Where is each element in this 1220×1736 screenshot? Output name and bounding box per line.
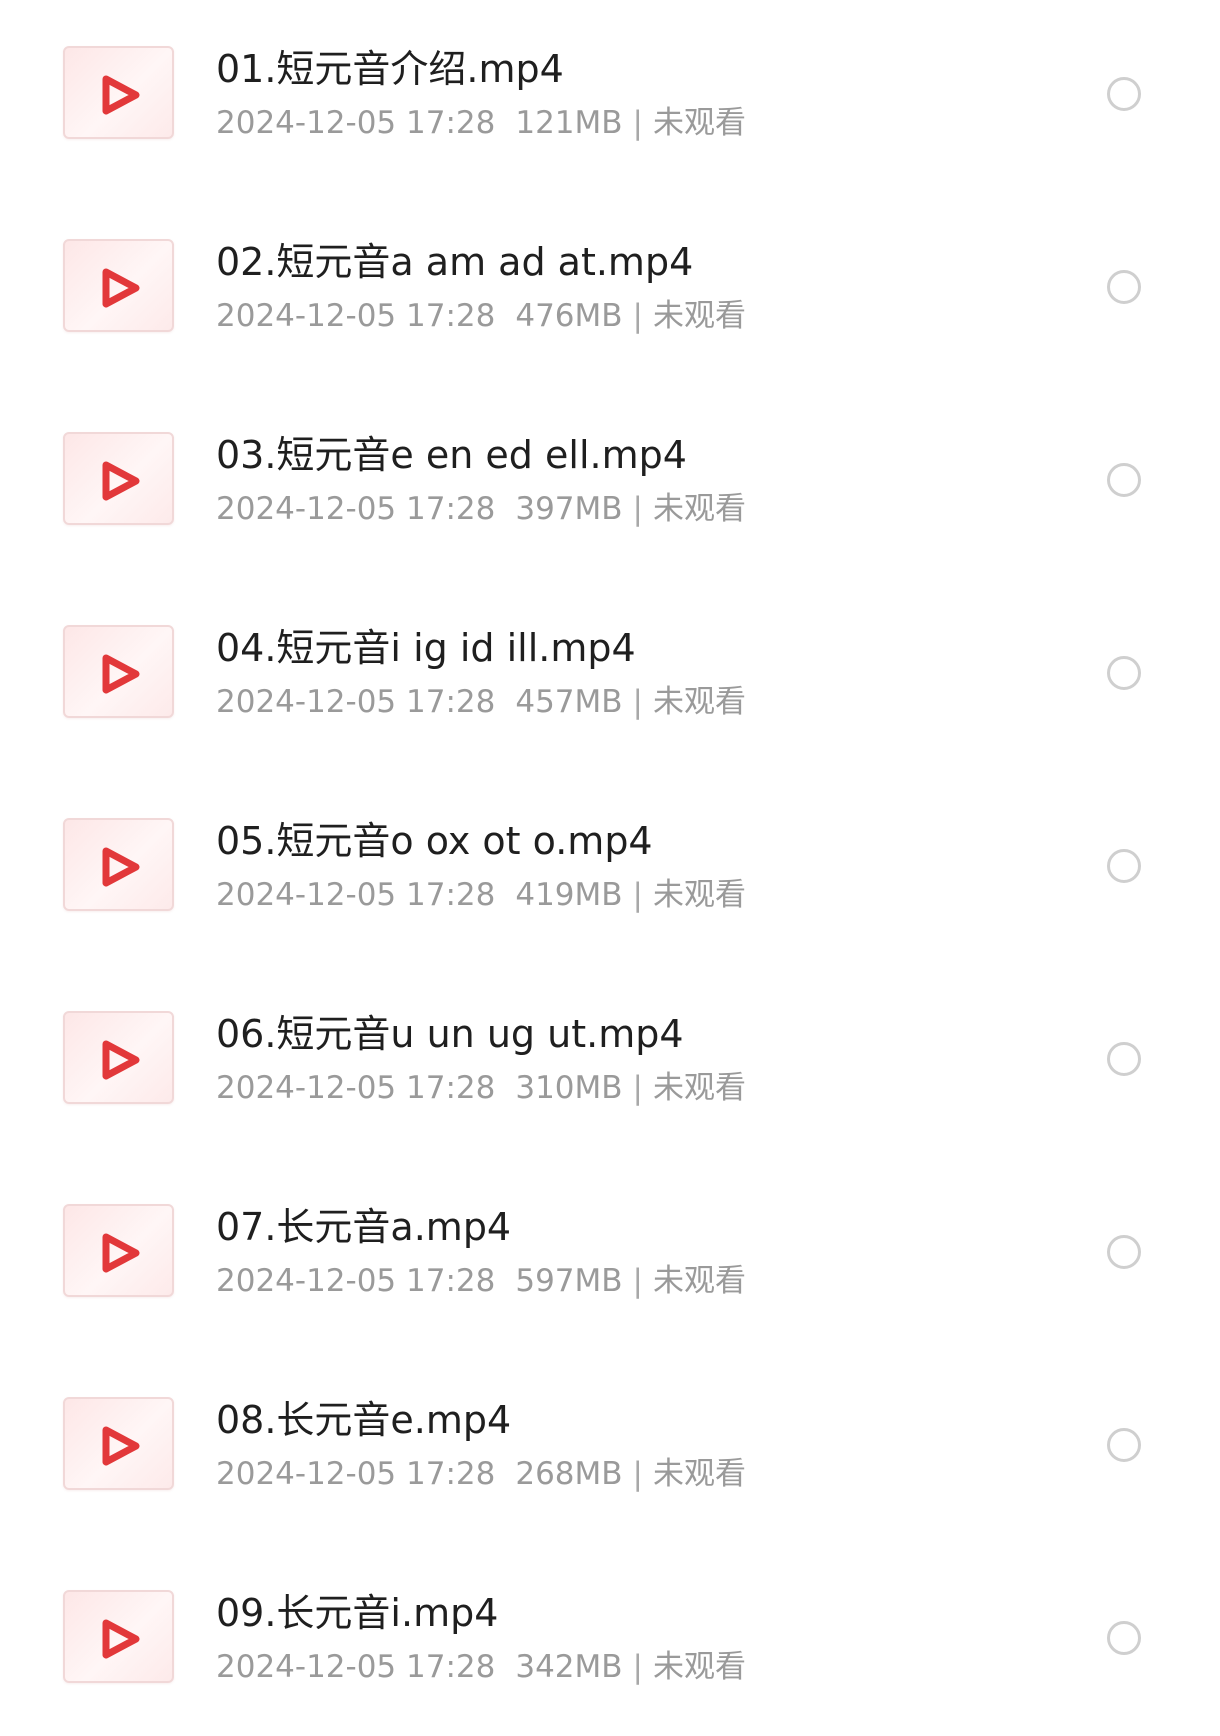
file-name: 05.短元音o ox ot o.mp4	[216, 819, 653, 863]
video-play-icon	[102, 1426, 140, 1466]
watch-status: 未观看	[653, 1070, 746, 1106]
file-size: 268MB	[515, 1456, 623, 1492]
file-date: 2024-12-05 17:28	[216, 1456, 496, 1492]
radio-unchecked-icon[interactable]	[1107, 849, 1141, 883]
meta-separator: |	[632, 491, 643, 527]
file-row[interactable]: 02.短元音a am ad at.mp4 2024-12-05 17:28 476…	[0, 193, 1220, 385]
file-date: 2024-12-05 17:28	[216, 491, 496, 527]
video-thumbnail	[63, 432, 174, 525]
radio-unchecked-icon[interactable]	[1107, 1042, 1141, 1076]
video-thumbnail	[63, 1397, 174, 1490]
file-date: 2024-12-05 17:28	[216, 105, 496, 141]
file-meta: 2024-12-05 17:28 476MB | 未观看	[216, 297, 746, 335]
file-size: 310MB	[515, 1070, 623, 1106]
file-date: 2024-12-05 17:28	[216, 1070, 496, 1106]
watch-status: 未观看	[653, 684, 746, 720]
radio-unchecked-icon[interactable]	[1107, 1428, 1141, 1462]
video-thumbnail	[63, 1011, 174, 1104]
video-file-list: 01.短元音介绍.mp4 2024-12-05 17:28 121MB | 未观看 0…	[0, 0, 1220, 1704]
file-name: 09.长元音i.mp4	[216, 1591, 499, 1635]
file-name: 06.短元音u un ug ut.mp4	[216, 1012, 684, 1056]
file-row[interactable]: 08.长元音e.mp4 2024-12-05 17:28 268MB | 未观看	[0, 1351, 1220, 1543]
file-meta: 2024-12-05 17:28 310MB | 未观看	[216, 1069, 746, 1107]
file-meta: 2024-12-05 17:28 597MB | 未观看	[216, 1262, 746, 1300]
file-name: 01.短元音介绍.mp4	[216, 47, 564, 91]
file-row[interactable]: 05.短元音o ox ot o.mp4 2024-12-05 17:28 419M…	[0, 772, 1220, 964]
file-date: 2024-12-05 17:28	[216, 684, 496, 720]
file-row[interactable]: 04.短元音i ig id ill.mp4 2024-12-05 17:28 45…	[0, 579, 1220, 771]
video-play-icon	[102, 268, 140, 308]
watch-status: 未观看	[653, 1456, 746, 1492]
file-row[interactable]: 03.短元音e en ed ell.mp4 2024-12-05 17:28 39…	[0, 386, 1220, 578]
video-play-icon	[102, 461, 140, 501]
video-thumbnail	[63, 1204, 174, 1297]
video-thumbnail	[63, 239, 174, 332]
watch-status: 未观看	[653, 105, 746, 141]
watch-status: 未观看	[653, 1649, 746, 1685]
file-date: 2024-12-05 17:28	[216, 877, 496, 913]
video-play-icon	[102, 1233, 140, 1273]
file-meta: 2024-12-05 17:28 397MB | 未观看	[216, 490, 746, 528]
video-play-icon	[102, 654, 140, 694]
meta-separator: |	[632, 298, 643, 334]
file-row[interactable]: 01.短元音介绍.mp4 2024-12-05 17:28 121MB | 未观看	[0, 0, 1220, 192]
video-play-icon	[102, 1619, 140, 1659]
radio-unchecked-icon[interactable]	[1107, 463, 1141, 497]
meta-separator: |	[632, 1649, 643, 1685]
watch-status: 未观看	[653, 491, 746, 527]
file-size: 597MB	[515, 1263, 623, 1299]
file-name: 08.长元音e.mp4	[216, 1398, 512, 1442]
file-size: 397MB	[515, 491, 623, 527]
file-name: 04.短元音i ig id ill.mp4	[216, 626, 636, 670]
meta-separator: |	[632, 105, 643, 141]
radio-unchecked-icon[interactable]	[1107, 77, 1141, 111]
file-size: 476MB	[515, 298, 623, 334]
file-size: 419MB	[515, 877, 623, 913]
meta-separator: |	[632, 1263, 643, 1299]
video-thumbnail	[63, 625, 174, 718]
file-name: 07.长元音a.mp4	[216, 1205, 512, 1249]
file-row[interactable]: 09.长元音i.mp4 2024-12-05 17:28 342MB | 未观看	[0, 1544, 1220, 1736]
file-meta: 2024-12-05 17:28 342MB | 未观看	[216, 1648, 746, 1686]
file-row[interactable]: 07.长元音a.mp4 2024-12-05 17:28 597MB | 未观看	[0, 1158, 1220, 1350]
file-row[interactable]: 06.短元音u un ug ut.mp4 2024-12-05 17:28 310…	[0, 965, 1220, 1157]
file-name: 03.短元音e en ed ell.mp4	[216, 433, 687, 477]
video-thumbnail	[63, 1590, 174, 1683]
meta-separator: |	[632, 1456, 643, 1492]
file-meta: 2024-12-05 17:28 121MB | 未观看	[216, 104, 746, 142]
watch-status: 未观看	[653, 298, 746, 334]
file-meta: 2024-12-05 17:28 457MB | 未观看	[216, 683, 746, 721]
radio-unchecked-icon[interactable]	[1107, 1235, 1141, 1269]
video-thumbnail	[63, 46, 174, 139]
file-size: 121MB	[515, 105, 623, 141]
file-date: 2024-12-05 17:28	[216, 298, 496, 334]
meta-separator: |	[632, 684, 643, 720]
file-size: 342MB	[515, 1649, 623, 1685]
meta-separator: |	[632, 1070, 643, 1106]
watch-status: 未观看	[653, 1263, 746, 1299]
video-play-icon	[102, 847, 140, 887]
file-name: 02.短元音a am ad at.mp4	[216, 240, 694, 284]
file-meta: 2024-12-05 17:28 268MB | 未观看	[216, 1455, 746, 1493]
radio-unchecked-icon[interactable]	[1107, 656, 1141, 690]
radio-unchecked-icon[interactable]	[1107, 270, 1141, 304]
video-play-icon	[102, 75, 140, 115]
watch-status: 未观看	[653, 877, 746, 913]
meta-separator: |	[632, 877, 643, 913]
video-play-icon	[102, 1040, 140, 1080]
file-meta: 2024-12-05 17:28 419MB | 未观看	[216, 876, 746, 914]
video-thumbnail	[63, 818, 174, 911]
file-date: 2024-12-05 17:28	[216, 1263, 496, 1299]
file-date: 2024-12-05 17:28	[216, 1649, 496, 1685]
radio-unchecked-icon[interactable]	[1107, 1621, 1141, 1655]
file-size: 457MB	[515, 684, 623, 720]
